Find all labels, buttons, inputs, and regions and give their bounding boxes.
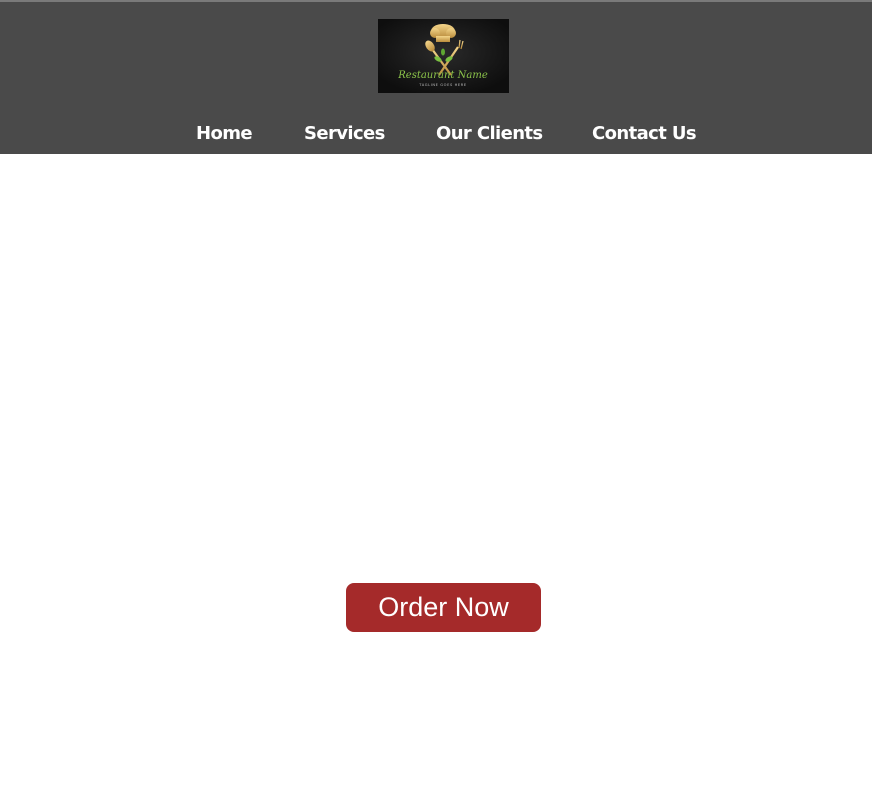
logo-tagline-text: TAGLINE GOES HERE	[418, 83, 467, 87]
restaurant-logo[interactable]: Restaurant Name TAGLINE GOES HERE	[378, 19, 509, 93]
order-now-button[interactable]: Order Now	[346, 583, 541, 632]
nav-item-services[interactable]: Services	[304, 120, 385, 148]
site-header: Restaurant Name TAGLINE GOES HERE Home S…	[0, 2, 872, 154]
nav-item-contact-us[interactable]: Contact Us	[592, 120, 697, 148]
nav-item-home[interactable]: Home	[196, 120, 253, 148]
logo-brand-text: Restaurant Name	[397, 70, 488, 81]
nav-item-our-clients[interactable]: Our Clients	[436, 120, 543, 148]
main-nav: Home Services Our Clients Contact Us	[0, 120, 872, 148]
chef-hat-spoon-fork-icon: Restaurant Name TAGLINE GOES HERE	[378, 19, 509, 93]
